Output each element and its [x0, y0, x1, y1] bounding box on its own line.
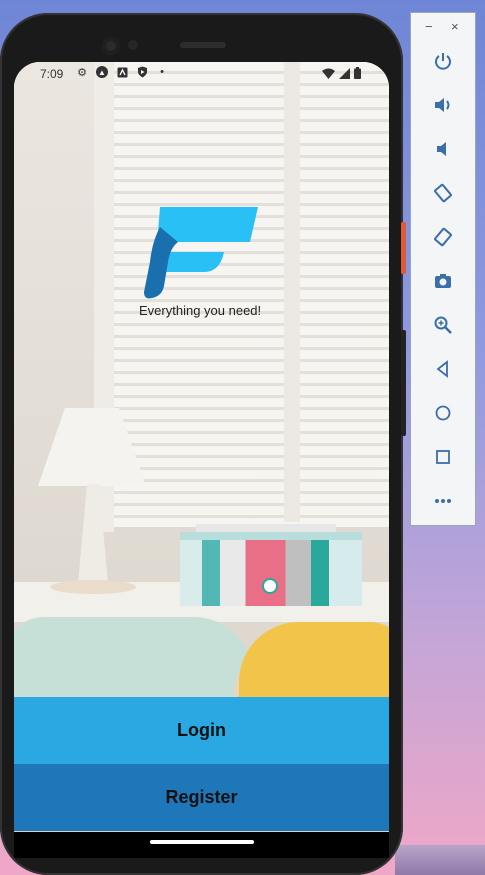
back-button[interactable] — [427, 353, 459, 385]
status-system-icons — [322, 67, 361, 79]
phone-volume-key — [401, 330, 406, 436]
volume-up-button[interactable] — [427, 89, 459, 121]
zoom-button[interactable] — [427, 309, 459, 341]
battery-icon — [354, 67, 361, 79]
signal-icon — [339, 67, 350, 79]
rotate-left-icon — [434, 183, 452, 203]
overview-button[interactable] — [427, 441, 459, 473]
zoom-icon — [434, 316, 452, 334]
photo-wall — [14, 62, 94, 622]
rotate-right-icon — [434, 227, 452, 247]
dot-icon: • — [160, 66, 164, 78]
minimize-button[interactable]: − — [425, 19, 433, 34]
volume-down-button[interactable] — [427, 133, 459, 165]
volume-down-icon — [437, 142, 446, 156]
rotate-left-button[interactable] — [427, 177, 459, 209]
photo-box — [180, 540, 362, 606]
rotate-right-button[interactable] — [427, 221, 459, 253]
status-time: 7:09 — [40, 67, 64, 81]
login-button[interactable]: Login — [14, 697, 389, 764]
home-icon — [435, 405, 451, 421]
app-notification-icon — [116, 66, 128, 78]
power-button[interactable] — [427, 45, 459, 77]
photo-box-knob — [262, 578, 278, 594]
overview-icon — [436, 450, 450, 464]
home-gesture-bar[interactable] — [150, 840, 254, 844]
close-button[interactable]: × — [451, 19, 459, 34]
app-logo — [144, 207, 258, 299]
app-tagline: Everything you need! — [139, 303, 262, 318]
photo-lamp-foot — [50, 580, 136, 594]
android-studio-icon: ▲ — [96, 66, 108, 78]
back-icon — [436, 360, 448, 378]
desktop-background — [395, 845, 485, 875]
volume-up-icon — [435, 98, 450, 112]
panel-window-controls: − × — [411, 19, 475, 35]
screenshot-button[interactable] — [427, 265, 459, 297]
more-button[interactable] — [427, 485, 459, 517]
phone-screen: 7:09 ⚙ ▲ • Everything you need! Login Re… — [14, 62, 389, 832]
phone-power-key — [401, 222, 406, 274]
more-icon — [435, 499, 451, 503]
power-icon — [435, 53, 451, 70]
sensor-dot — [128, 40, 138, 50]
photo-window-frame — [284, 62, 300, 522]
navigation-area — [14, 832, 389, 858]
phone-frame: 7:09 ⚙ ▲ • Everything you need! Login Re… — [0, 13, 403, 875]
camera-icon — [435, 274, 451, 288]
register-button[interactable]: Register — [14, 764, 389, 831]
front-camera — [102, 37, 120, 55]
home-button[interactable] — [427, 397, 459, 429]
wifi-icon — [322, 68, 335, 79]
shield-icon — [136, 66, 148, 78]
emulator-control-panel: − × — [410, 12, 476, 526]
status-bar: 7:09 ⚙ ▲ • — [14, 62, 389, 86]
earpiece-speaker — [180, 42, 226, 48]
settings-icon: ⚙ — [77, 66, 87, 79]
status-notification-icons: ⚙ ▲ • — [76, 66, 168, 79]
